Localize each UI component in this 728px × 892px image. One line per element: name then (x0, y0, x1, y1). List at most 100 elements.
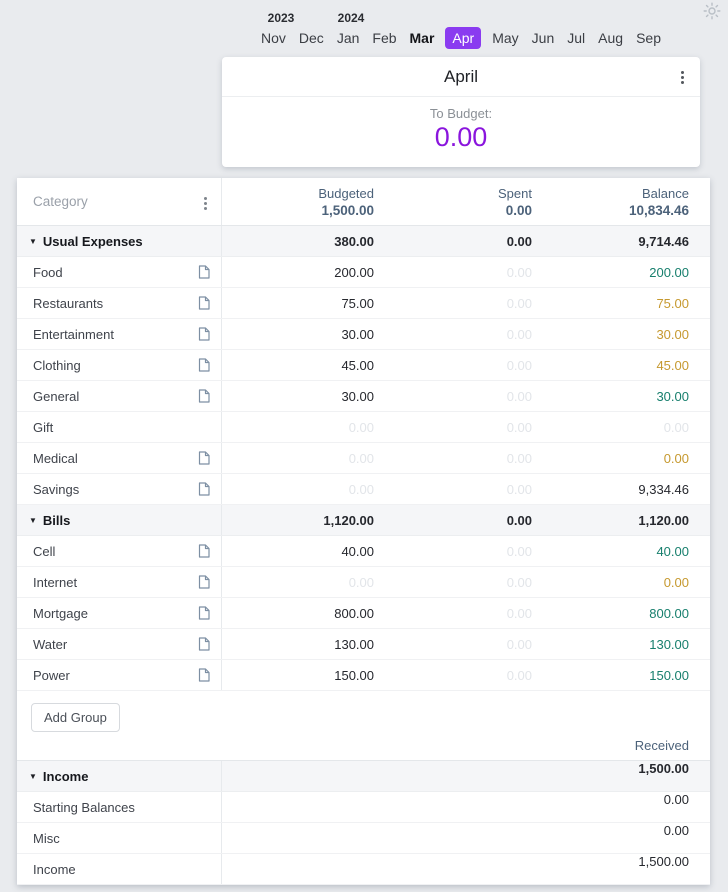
category-spent-value[interactable]: 0.00 (374, 389, 532, 404)
category-name-cell[interactable]: Water (17, 629, 222, 659)
to-budget-value[interactable]: 0.00 (435, 122, 488, 153)
category-name-cell[interactable]: Restaurants (17, 288, 222, 318)
income-group-received-value[interactable]: 1,500.00 (222, 761, 710, 791)
category-budgeted-value[interactable]: 0.00 (222, 451, 374, 466)
category-budgeted-value[interactable]: 0.00 (222, 420, 374, 435)
group-balance-value[interactable]: 9,714.46 (532, 234, 689, 249)
category-balance-value[interactable]: 800.00 (532, 606, 689, 621)
collapse-arrow-icon[interactable]: ▼ (29, 237, 37, 246)
category-spent-value[interactable]: 0.00 (374, 668, 532, 683)
category-name-cell[interactable]: Medical (17, 443, 222, 473)
month-nov[interactable]: Nov (259, 27, 288, 49)
category-balance-value[interactable]: 40.00 (532, 544, 689, 559)
month-apr[interactable]: Apr (445, 27, 481, 49)
group-budgeted-value[interactable]: 380.00 (222, 234, 374, 249)
month-jan[interactable]: Jan (335, 27, 362, 49)
category-balance-value[interactable]: 0.00 (532, 420, 689, 435)
category-name-cell[interactable]: Misc (17, 823, 222, 853)
category-name-cell[interactable]: Food (17, 257, 222, 287)
note-icon[interactable] (198, 451, 210, 470)
note-icon[interactable] (198, 358, 210, 377)
category-spent-value[interactable]: 0.00 (374, 606, 532, 621)
category-name-cell[interactable]: General (17, 381, 222, 411)
category-spent-value[interactable]: 0.00 (374, 575, 532, 590)
group-spent-value[interactable]: 0.00 (374, 513, 532, 528)
group-balance-value[interactable]: 1,120.00 (532, 513, 689, 528)
category-balance-value[interactable]: 0.00 (532, 451, 689, 466)
month-jul[interactable]: Jul (565, 27, 587, 49)
category-spent-value[interactable]: 0.00 (374, 420, 532, 435)
category-spent-value[interactable]: 0.00 (374, 544, 532, 559)
category-budgeted-value[interactable]: 45.00 (222, 358, 374, 373)
note-icon[interactable] (198, 389, 210, 408)
note-icon[interactable] (198, 327, 210, 346)
category-budgeted-value[interactable]: 0.00 (222, 482, 374, 497)
category-spent-value[interactable]: 0.00 (374, 327, 532, 342)
category-budgeted-value[interactable]: 0.00 (222, 575, 374, 590)
note-icon[interactable] (198, 637, 210, 656)
note-icon[interactable] (198, 265, 210, 284)
category-balance-value[interactable]: 150.00 (532, 668, 689, 683)
category-balance-value[interactable]: 9,334.46 (532, 482, 689, 497)
category-balance-value[interactable]: 75.00 (532, 296, 689, 311)
category-budgeted-value[interactable]: 150.00 (222, 668, 374, 683)
category-name-cell[interactable]: Gift (17, 412, 222, 442)
category-budgeted-value[interactable]: 30.00 (222, 327, 374, 342)
income-received-value[interactable]: 0.00 (222, 792, 710, 822)
month-menu-icon[interactable] (677, 67, 688, 88)
income-received-value[interactable]: 1,500.00 (222, 854, 710, 884)
category-budgeted-value[interactable]: 130.00 (222, 637, 374, 652)
income-group-row[interactable]: ▼Income1,500.00 (17, 761, 710, 792)
category-name-cell[interactable]: Mortgage (17, 598, 222, 628)
month-mar[interactable]: Mar (408, 27, 437, 49)
category-spent-value[interactable]: 0.00 (374, 265, 532, 280)
month-may[interactable]: May (490, 27, 520, 49)
category-balance-value[interactable]: 45.00 (532, 358, 689, 373)
category-name-cell[interactable]: Clothing (17, 350, 222, 380)
income-received-value[interactable]: 0.00 (222, 823, 710, 853)
category-budgeted-value[interactable]: 800.00 (222, 606, 374, 621)
category-spent-value[interactable]: 0.00 (374, 451, 532, 466)
month-aug[interactable]: Aug (596, 27, 625, 49)
category-budgeted-value[interactable]: 75.00 (222, 296, 374, 311)
month-dec[interactable]: Dec (297, 27, 326, 49)
month-jun[interactable]: Jun (530, 27, 557, 49)
category-name-cell[interactable]: Power (17, 660, 222, 690)
category-spent-value[interactable]: 0.00 (374, 296, 532, 311)
note-icon[interactable] (198, 606, 210, 625)
category-balance-value[interactable]: 30.00 (532, 389, 689, 404)
collapse-arrow-icon[interactable]: ▼ (29, 516, 37, 525)
category-menu-icon[interactable] (200, 193, 211, 214)
category-balance-value[interactable]: 0.00 (532, 575, 689, 590)
group-row[interactable]: ▼Usual Expenses380.000.009,714.46 (17, 226, 710, 257)
category-spent-value[interactable]: 0.00 (374, 482, 532, 497)
note-icon[interactable] (198, 482, 210, 501)
category-budgeted-value[interactable]: 40.00 (222, 544, 374, 559)
category-name-cell[interactable]: Income (17, 854, 222, 884)
note-icon[interactable] (198, 668, 210, 687)
category-budgeted-value[interactable]: 200.00 (222, 265, 374, 280)
category-name-cell[interactable]: Savings (17, 474, 222, 504)
category-spent-value[interactable]: 0.00 (374, 358, 532, 373)
spent-total: 0.00 (374, 203, 532, 218)
category-balance-value[interactable]: 200.00 (532, 265, 689, 280)
category-name-cell[interactable]: Internet (17, 567, 222, 597)
month-sep[interactable]: Sep (634, 27, 663, 49)
category-balance-value[interactable]: 30.00 (532, 327, 689, 342)
add-group-button[interactable]: Add Group (31, 703, 120, 732)
category-name-cell[interactable]: Entertainment (17, 319, 222, 349)
category-balance-value[interactable]: 130.00 (532, 637, 689, 652)
group-spent-value[interactable]: 0.00 (374, 234, 532, 249)
month-feb[interactable]: Feb (370, 27, 398, 49)
note-icon[interactable] (198, 296, 210, 315)
group-row[interactable]: ▼Bills1,120.000.001,120.00 (17, 505, 710, 536)
collapse-arrow-icon[interactable]: ▼ (29, 772, 37, 781)
note-icon[interactable] (198, 575, 210, 594)
category-name-cell[interactable]: Cell (17, 536, 222, 566)
category-budgeted-value[interactable]: 30.00 (222, 389, 374, 404)
note-icon[interactable] (198, 544, 210, 563)
category-name-cell[interactable]: Starting Balances (17, 792, 222, 822)
theme-sun-icon[interactable] (703, 2, 721, 20)
group-budgeted-value[interactable]: 1,120.00 (222, 513, 374, 528)
category-spent-value[interactable]: 0.00 (374, 637, 532, 652)
